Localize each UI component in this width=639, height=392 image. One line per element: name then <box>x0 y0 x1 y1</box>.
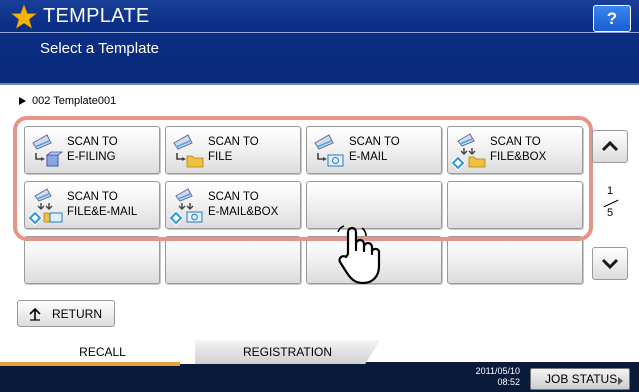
template-button-empty[interactable] <box>447 236 583 284</box>
template-button-empty[interactable] <box>165 236 301 284</box>
scan-to-email-box-icon <box>170 188 203 226</box>
triangle-right-icon <box>19 97 26 105</box>
tab-registration[interactable]: REGISTRATION <box>195 340 380 364</box>
current-page: 1 <box>606 185 614 197</box>
template-label-line2: E-MAIL&BOX <box>208 206 279 218</box>
template-label-line1: SCAN TO <box>208 191 259 203</box>
star-icon <box>11 4 37 29</box>
total-pages: 5 <box>606 207 614 219</box>
template-label-line2: FILE <box>208 151 233 163</box>
return-label: RETURN <box>52 307 102 321</box>
status-time: 08:52 <box>497 377 520 387</box>
template-button-scan-to-email-box[interactable]: SCAN TO E-MAIL&BOX <box>165 181 301 229</box>
template-button-scan-to-efiling[interactable]: SCAN TO E-FILING <box>24 126 160 174</box>
template-label-line2: FILE&E-MAIL <box>67 206 138 218</box>
template-label-line1: SCAN TO <box>67 136 118 148</box>
template-label-line2: E-MAIL <box>349 151 388 163</box>
template-button-empty[interactable] <box>306 181 442 229</box>
scan-to-file-email-icon <box>29 188 63 226</box>
template-label-line1: SCAN TO <box>67 191 118 203</box>
breadcrumb-label: 002 Template001 <box>32 95 117 107</box>
status-clock: 2011/05/10 08:52 <box>460 366 520 388</box>
scan-to-email-icon <box>314 134 344 167</box>
return-arrow-icon <box>29 307 41 321</box>
tab-recall-active-indicator <box>0 362 180 366</box>
chevron-up-icon <box>601 140 619 152</box>
template-label-line1: SCAN TO <box>490 136 541 148</box>
template-button-scan-to-filebox[interactable]: SCAN TO FILE&BOX <box>447 126 583 174</box>
chevron-down-icon <box>601 258 619 270</box>
breadcrumb: 002 Template001 <box>19 95 116 107</box>
return-button[interactable]: RETURN <box>17 300 115 327</box>
template-button-empty[interactable] <box>447 181 583 229</box>
template-button-scan-to-file-email[interactable]: SCAN TO FILE&E-MAIL <box>24 181 160 229</box>
page-title: TEMPLATE <box>43 5 150 27</box>
template-button-empty[interactable] <box>24 236 160 284</box>
scan-to-file-icon <box>173 134 204 168</box>
page-subtitle: Select a Template <box>40 40 159 57</box>
template-label-line2: FILE&BOX <box>490 151 547 163</box>
scroll-down-button[interactable] <box>592 247 628 280</box>
chevron-right-icon <box>618 377 623 385</box>
page-indicator: 1 5 <box>595 185 625 219</box>
template-button-scan-to-file[interactable]: SCAN TO FILE <box>165 126 301 174</box>
tab-recall[interactable]: RECALL <box>0 340 195 364</box>
status-date: 2011/05/10 <box>475 366 520 376</box>
scan-to-efiling-icon <box>32 134 64 167</box>
template-label-line2: E-FILING <box>67 151 116 163</box>
template-label-line1: SCAN TO <box>349 136 400 148</box>
job-status-label: JOB STATUS <box>545 372 618 386</box>
scroll-up-button[interactable] <box>592 130 628 163</box>
help-button[interactable]: ? <box>593 5 631 32</box>
header-divider <box>0 32 639 33</box>
job-status-button[interactable]: JOB STATUS <box>530 368 630 390</box>
template-button-scan-to-email[interactable]: SCAN TO E-MAIL <box>306 126 442 174</box>
header-bar: TEMPLATE Select a Template ? <box>0 0 639 85</box>
scan-to-filebox-icon <box>452 133 486 171</box>
hand-pointer-icon <box>337 225 381 285</box>
template-label-line1: SCAN TO <box>208 136 259 148</box>
